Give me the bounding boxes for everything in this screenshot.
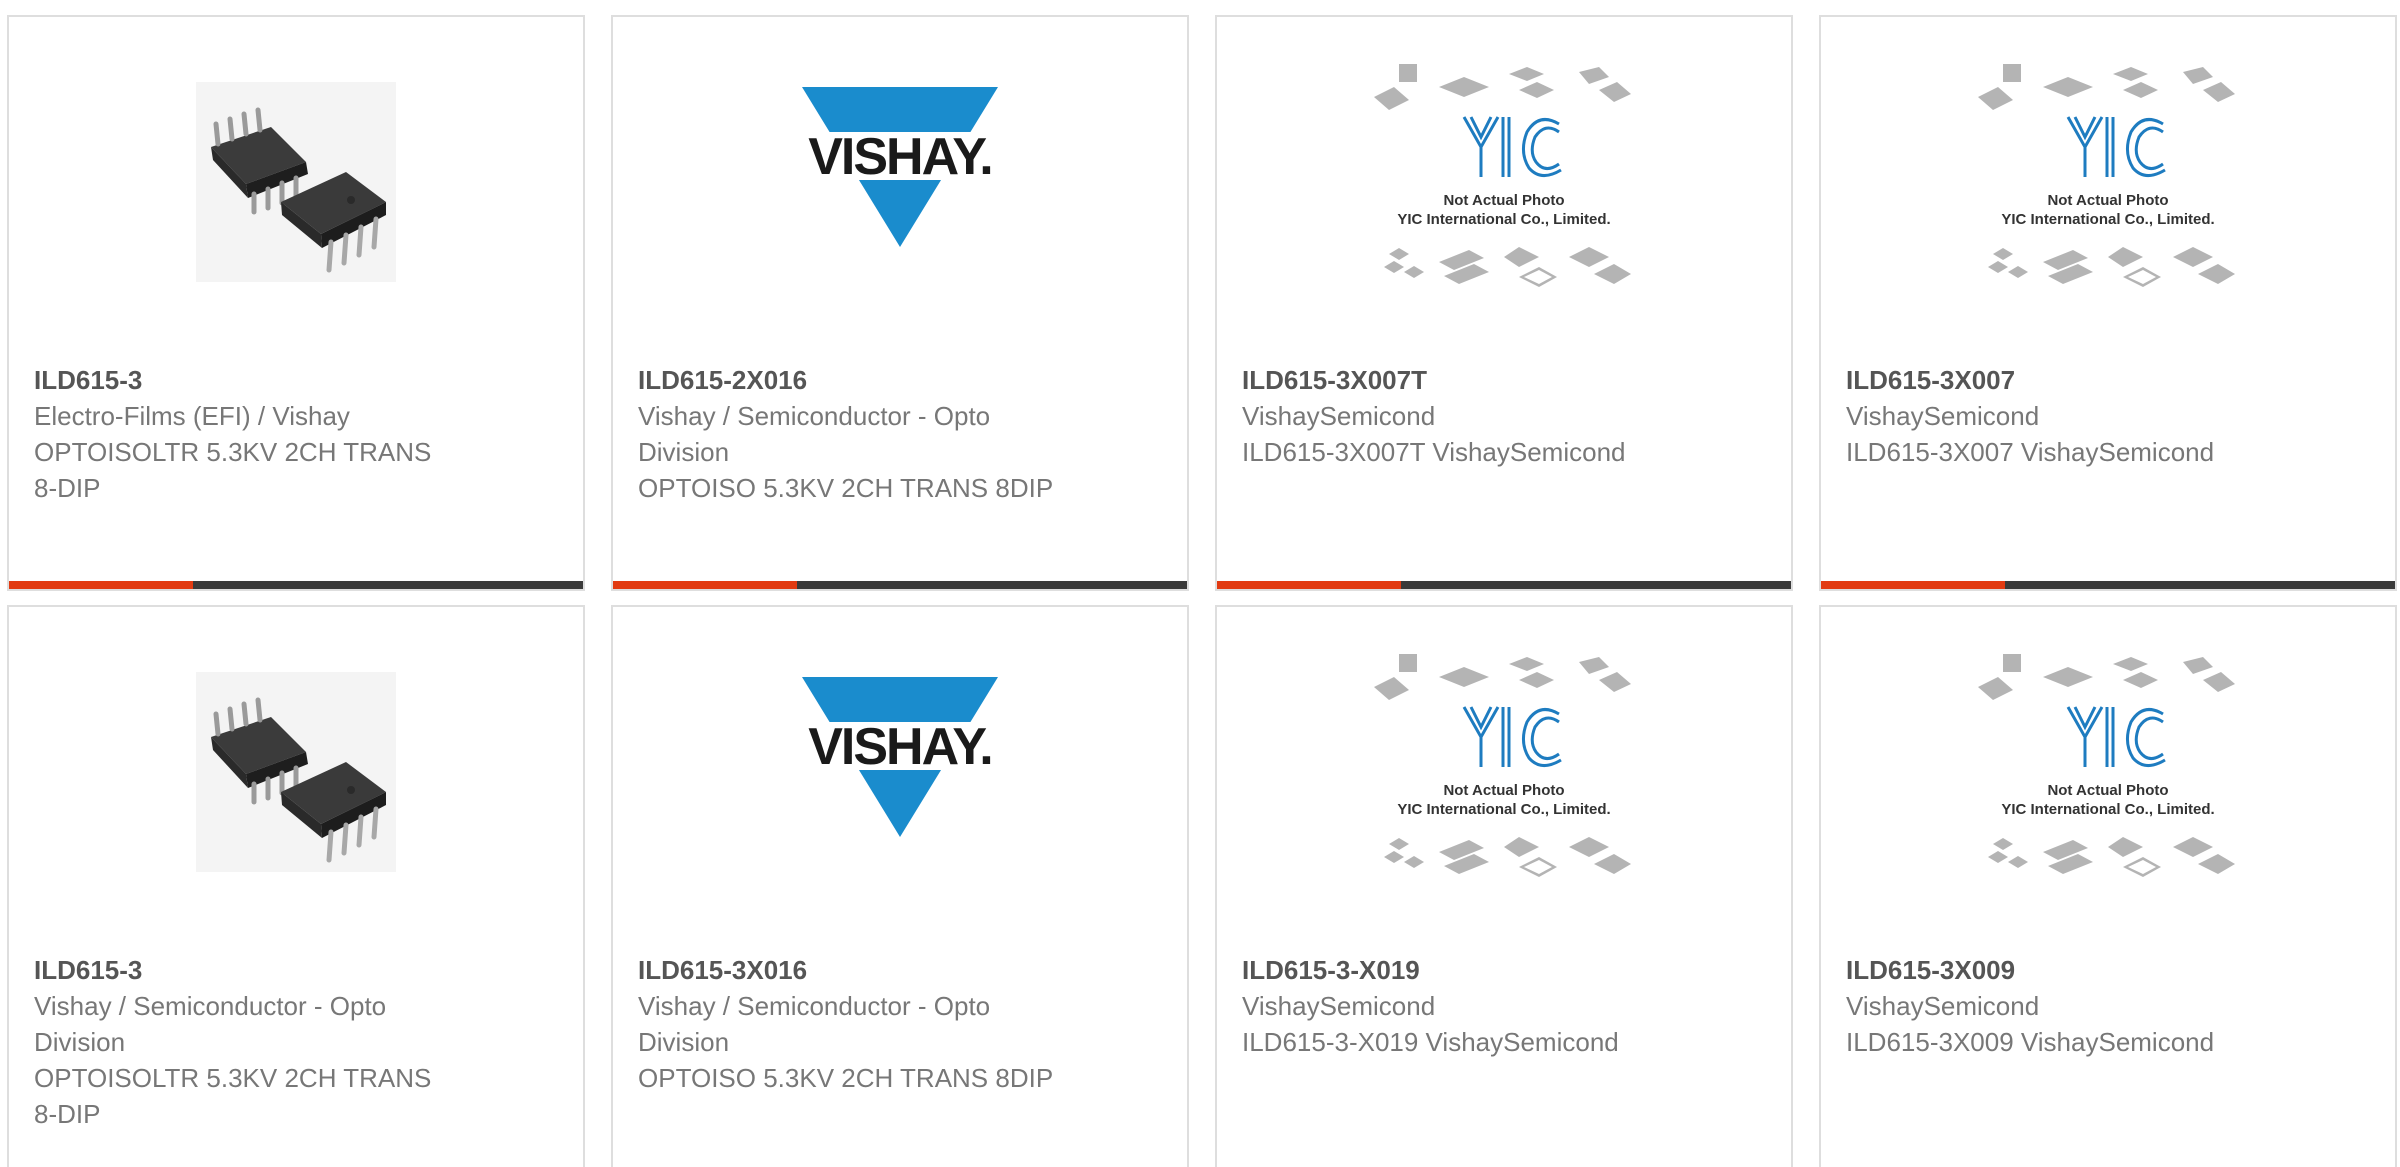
part-number[interactable]: ILD615-2X016: [638, 362, 1058, 398]
svg-text:YIC International Co., Limited: YIC International Co., Limited.: [2001, 801, 2214, 818]
part-number[interactable]: ILD615-3X007T: [1242, 362, 1662, 398]
svg-text:YIC International Co., Limited: YIC International Co., Limited.: [1397, 801, 1610, 818]
product-info: ILD615-3X007 VishaySemicond ILD615-3X007…: [1846, 362, 2266, 470]
part-number[interactable]: ILD615-3X007: [1846, 362, 2266, 398]
manufacturer: VishaySemicond: [1846, 991, 2040, 1021]
product-info: ILD615-3 Electro-Films (EFI) / Vishay OP…: [34, 362, 454, 506]
description: OPTOISOLTR 5.3KV 2CH TRANS 8-DIP: [34, 1063, 432, 1129]
product-card[interactable]: Not Actual Photo YIC International Co., …: [1819, 15, 2397, 591]
manufacturer: VishaySemicond: [1846, 401, 2040, 431]
product-info: ILD615-3X016 Vishay / Semiconductor - Op…: [638, 952, 1058, 1096]
yic-placeholder-icon: Not Actual Photo YIC International Co., …: [1374, 654, 1631, 877]
product-image[interactable]: Not Actual Photo YIC International Co., …: [1217, 654, 1791, 877]
card-accent-bar: [613, 581, 797, 589]
description: ILD615-3X007T VishaySemicond: [1242, 437, 1626, 467]
svg-text:VISHAY.: VISHAY.: [808, 128, 992, 186]
product-info: ILD615-3X007T VishaySemicond ILD615-3X00…: [1242, 362, 1662, 470]
description: OPTOISO 5.3KV 2CH TRANS 8DIP: [638, 473, 1054, 503]
product-image[interactable]: [9, 77, 583, 287]
description: OPTOISO 5.3KV 2CH TRANS 8DIP: [638, 1063, 1054, 1093]
product-info: ILD615-2X016 Vishay / Semiconductor - Op…: [638, 362, 1058, 506]
dip-chip-photo: [196, 82, 396, 282]
product-card[interactable]: Not Actual Photo YIC International Co., …: [1215, 605, 1793, 1167]
manufacturer: Vishay / Semiconductor - Opto Division: [638, 991, 991, 1057]
svg-text:Not Actual Photo: Not Actual Photo: [2047, 782, 2168, 799]
product-image[interactable]: Not Actual Photo YIC International Co., …: [1217, 64, 1791, 287]
product-card[interactable]: Not Actual Photo YIC International Co., …: [1215, 15, 1793, 591]
product-grid: ILD615-3 Electro-Films (EFI) / Vishay OP…: [0, 0, 2400, 1167]
svg-text:Not Actual Photo: Not Actual Photo: [1443, 192, 1564, 209]
product-card[interactable]: ILD615-3 Vishay / Semiconductor - Opto D…: [7, 605, 585, 1167]
vishay-logo-icon: VISHAY.: [795, 87, 1005, 247]
manufacturer: Vishay / Semiconductor - Opto Division: [34, 991, 387, 1057]
product-info: ILD615-3X009 VishaySemicond ILD615-3X009…: [1846, 952, 2266, 1060]
description: OPTOISOLTR 5.3KV 2CH TRANS 8-DIP: [34, 437, 432, 503]
card-accent-bar: [1821, 581, 2005, 589]
product-image[interactable]: [9, 667, 583, 877]
card-bottom-bar: [1821, 581, 2395, 589]
card-bottom-bar: [1217, 581, 1791, 589]
description: ILD615-3X007 VishaySemicond: [1846, 437, 2215, 467]
svg-text:Not Actual Photo: Not Actual Photo: [2047, 192, 2168, 209]
card-accent-bar: [9, 581, 193, 589]
part-number[interactable]: ILD615-3: [34, 952, 454, 988]
manufacturer: Vishay / Semiconductor - Opto Division: [638, 401, 991, 467]
card-accent-bar: [1217, 581, 1401, 589]
manufacturer: VishaySemicond: [1242, 401, 1436, 431]
description: ILD615-3-X019 VishaySemicond: [1242, 1027, 1619, 1057]
card-bottom-bar: [9, 581, 583, 589]
vishay-logo-icon: VISHAY.: [795, 677, 1005, 837]
dip-chip-photo: [196, 672, 396, 872]
product-card[interactable]: VISHAY. ILD615-3X016 Vishay / Semiconduc…: [611, 605, 1189, 1167]
description: ILD615-3X009 VishaySemicond: [1846, 1027, 2215, 1057]
manufacturer: VishaySemicond: [1242, 991, 1436, 1021]
yic-placeholder-icon: Not Actual Photo YIC International Co., …: [1978, 654, 2235, 877]
part-number[interactable]: ILD615-3X009: [1846, 952, 2266, 988]
product-card[interactable]: VISHAY. ILD615-2X016 Vishay / Semiconduc…: [611, 15, 1189, 591]
svg-text:Not Actual Photo: Not Actual Photo: [1443, 782, 1564, 799]
product-info: ILD615-3-X019 VishaySemicond ILD615-3-X0…: [1242, 952, 1662, 1060]
product-info: ILD615-3 Vishay / Semiconductor - Opto D…: [34, 952, 454, 1132]
manufacturer: Electro-Films (EFI) / Vishay: [34, 401, 350, 431]
part-number[interactable]: ILD615-3-X019: [1242, 952, 1662, 988]
svg-text:VISHAY.: VISHAY.: [808, 718, 992, 776]
yic-placeholder-icon: Not Actual Photo YIC International Co., …: [1374, 64, 1631, 287]
card-bottom-bar: [613, 581, 1187, 589]
svg-text:YIC International Co., Limited: YIC International Co., Limited.: [1397, 211, 1610, 228]
yic-placeholder-icon: Not Actual Photo YIC International Co., …: [1978, 64, 2235, 287]
product-image[interactable]: Not Actual Photo YIC International Co., …: [1821, 64, 2395, 287]
product-card[interactable]: Not Actual Photo YIC International Co., …: [1819, 605, 2397, 1167]
product-image[interactable]: VISHAY.: [613, 667, 1187, 877]
product-card[interactable]: ILD615-3 Electro-Films (EFI) / Vishay OP…: [7, 15, 585, 591]
svg-text:YIC International Co., Limited: YIC International Co., Limited.: [2001, 211, 2214, 228]
product-image[interactable]: VISHAY.: [613, 77, 1187, 287]
part-number[interactable]: ILD615-3X016: [638, 952, 1058, 988]
product-image[interactable]: Not Actual Photo YIC International Co., …: [1821, 654, 2395, 877]
part-number[interactable]: ILD615-3: [34, 362, 454, 398]
